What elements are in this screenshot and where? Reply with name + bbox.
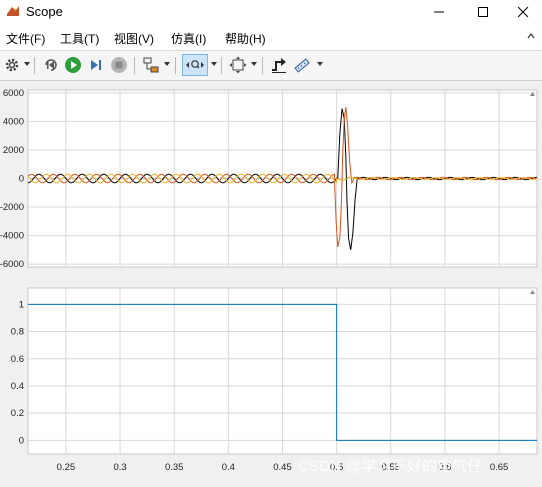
x-tick-label: 0.35: [165, 462, 184, 473]
menu-view[interactable]: 视图(V): [114, 30, 154, 47]
toolbar-separator: [34, 57, 35, 74]
y-tick-label: 0: [19, 174, 24, 185]
x-tick-label: 0.45: [273, 462, 292, 473]
plot-area: 6000 4000 2000 0 -2000 -4000 -6000 1 0.8 0.6 0.4 0.…: [0, 81, 542, 482]
menu-tools[interactable]: 工具(T): [60, 30, 99, 47]
y-tick-label: 4000: [3, 116, 24, 127]
menu-file[interactable]: 文件(F): [6, 30, 45, 47]
title-bar: Scope: [0, 0, 542, 24]
toolbar-separator: [134, 57, 135, 74]
cursor-measure-button[interactable]: [269, 55, 289, 75]
toolbar: [0, 51, 542, 81]
zoom-x-icon: [186, 60, 204, 69]
layout-button[interactable]: [141, 55, 161, 75]
x-tick-label: 0.65: [490, 462, 509, 473]
x-tick-label: 0.3: [113, 462, 126, 473]
maximize-button[interactable]: [460, 0, 506, 24]
y-tick-label: 0.2: [11, 408, 24, 419]
y-tick-label: 0.6: [11, 354, 24, 365]
y-tick-label: -6000: [0, 259, 24, 270]
step-forward-icon: [91, 60, 101, 70]
run-button[interactable]: [63, 55, 83, 75]
watermark: CSDN @学习不好的电气仔: [298, 458, 483, 475]
menu-simulation[interactable]: 仿真(I): [171, 30, 206, 47]
layout-icon: [143, 57, 159, 73]
y-tick-label: 0.4: [11, 381, 24, 392]
zoom-dropdown-arrow-icon[interactable]: [211, 62, 217, 66]
close-button[interactable]: [504, 0, 542, 24]
minimize-button[interactable]: [416, 0, 462, 24]
y-tick-label: -4000: [0, 231, 24, 242]
stop-button[interactable]: [109, 55, 129, 75]
menu-help[interactable]: 帮助(H): [225, 30, 266, 47]
x-tick-label: 0.4: [222, 462, 235, 473]
y-tick-label: 2000: [3, 145, 24, 156]
autoscale-button[interactable]: [228, 55, 248, 75]
stop-icon: [111, 57, 127, 73]
autoscale-icon: [229, 56, 247, 74]
x-tick-label: 0.25: [57, 462, 76, 473]
layout-dropdown-arrow-icon[interactable]: [164, 62, 170, 66]
y-tick-label: 0: [19, 435, 24, 446]
cursor-measure-icon: [272, 58, 286, 73]
toolbar-separator: [175, 57, 176, 74]
zoom-x-button[interactable]: [182, 54, 208, 76]
step-forward-button[interactable]: [86, 55, 106, 75]
menu-bar: 文件(F) 工具(T) 视图(V) 仿真(I) 帮助(H): [0, 24, 542, 51]
toolbar-separator: [262, 57, 263, 74]
settings-button[interactable]: [2, 55, 22, 75]
menu-collapse-arrow-icon[interactable]: [526, 31, 536, 41]
toolbar-separator: [221, 57, 222, 74]
run-icon: [65, 57, 81, 73]
settings-dropdown-arrow-icon[interactable]: [24, 62, 30, 66]
step-back-icon: [45, 59, 57, 71]
window-title: Scope: [26, 4, 63, 19]
autoscale-dropdown-arrow-icon[interactable]: [251, 62, 257, 66]
y-tick-label: 0.8: [11, 327, 24, 338]
y-tick-label: 6000: [3, 88, 24, 99]
scope-plots[interactable]: 6000 4000 2000 0 -2000 -4000 -6000 1 0.8 0.6 0.4 0.…: [0, 81, 542, 482]
gear-icon: [5, 58, 19, 72]
step-back-button[interactable]: [41, 55, 61, 75]
y-tick-label: 1: [19, 299, 24, 310]
close-icon: [517, 6, 529, 18]
y-tick-label: -2000: [0, 202, 24, 213]
maximize-icon: [478, 7, 488, 17]
signal-measure-button[interactable]: [292, 55, 312, 75]
matlab-icon: [7, 6, 19, 16]
signal-measure-icon: [294, 58, 310, 73]
minimize-icon: [434, 11, 444, 13]
measure-dropdown-arrow-icon[interactable]: [317, 62, 323, 66]
